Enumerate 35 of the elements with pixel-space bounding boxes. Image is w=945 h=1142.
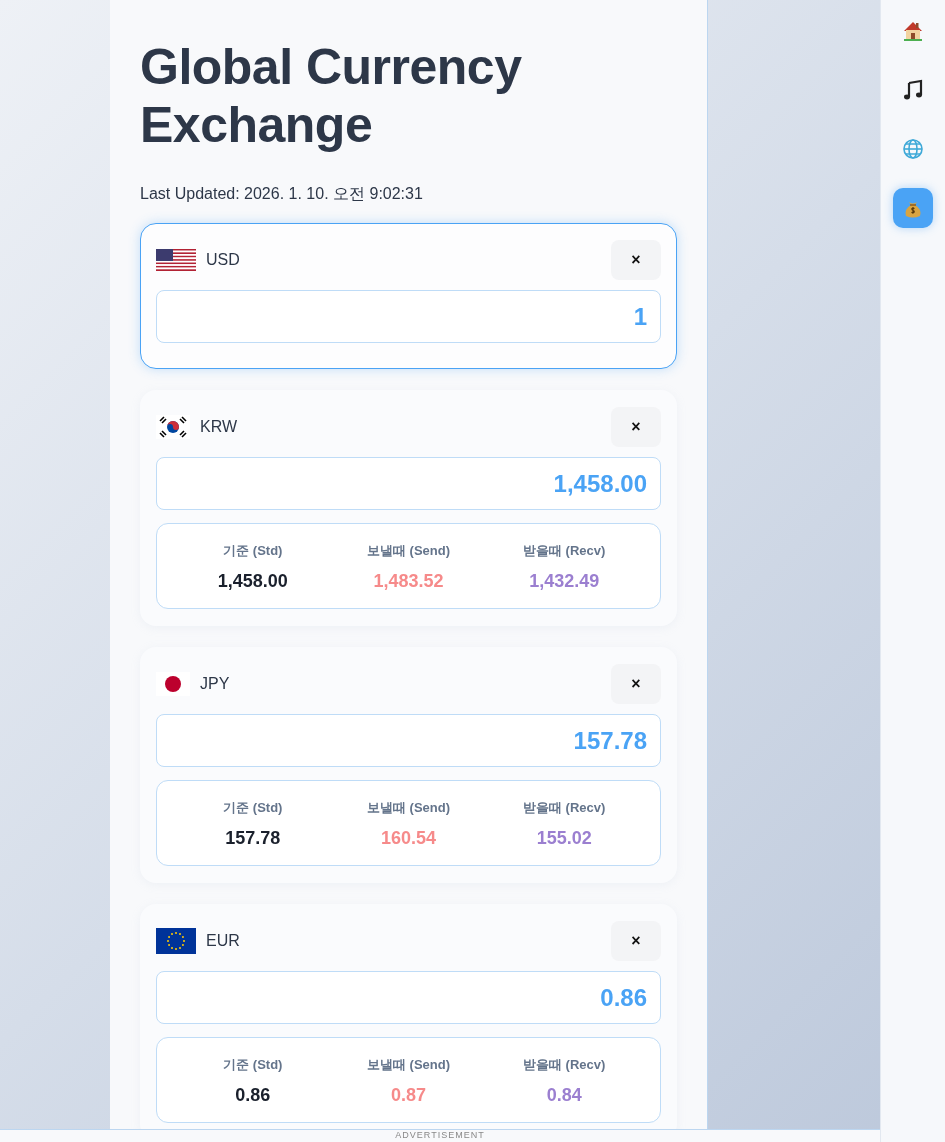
remove-button[interactable]: ×: [611, 240, 661, 280]
rate-label: 보낼때 (Send): [366, 1056, 450, 1074]
remove-button[interactable]: ×: [611, 407, 661, 447]
flag-icon: [156, 249, 196, 271]
rate-label: 받을때 (Recv): [523, 1056, 606, 1074]
rate-label: 기준 (Std): [223, 799, 283, 817]
ad-label: ADVERTISEMENT: [395, 1130, 485, 1142]
rate-value: 1,483.52: [373, 571, 444, 592]
rate-label: 기준 (Std): [223, 1056, 283, 1074]
remove-button[interactable]: ×: [611, 664, 661, 704]
currency-code: KRW: [200, 418, 238, 436]
house-icon: [901, 19, 925, 43]
remove-button[interactable]: ×: [611, 921, 661, 961]
rate-value: 0.87: [390, 1085, 426, 1106]
page-title: Global Currency Exchange: [140, 38, 523, 154]
music-note-icon: [901, 78, 925, 102]
rate-value: 155.02: [536, 828, 592, 849]
rate-label: 기준 (Std): [223, 542, 283, 560]
rate-value: 0.84: [546, 1085, 582, 1106]
currency-code: EUR: [206, 932, 240, 950]
currency-code: USD: [206, 251, 240, 269]
rate-value: 157.78: [225, 828, 281, 849]
rate-label: 보낼때 (Send): [366, 542, 450, 560]
rate-label: 받을때 (Recv): [523, 542, 606, 560]
flag-icon: [156, 415, 190, 439]
globe-icon: [901, 137, 925, 161]
last-updated-text: Last Updated: 2026. 1. 10. 오전 9:02:31: [140, 184, 424, 204]
flag-icon: [156, 928, 196, 954]
rate-value: 1,432.49: [529, 571, 600, 592]
rate-value: 160.54: [380, 828, 436, 849]
rate-value: 1,458.00: [217, 571, 288, 592]
rate-label: 보낼때 (Send): [366, 799, 450, 817]
currency-code: JPY: [200, 675, 230, 693]
rate-value: 0.86: [235, 1085, 271, 1106]
rate-label: 받을때 (Recv): [523, 799, 606, 817]
